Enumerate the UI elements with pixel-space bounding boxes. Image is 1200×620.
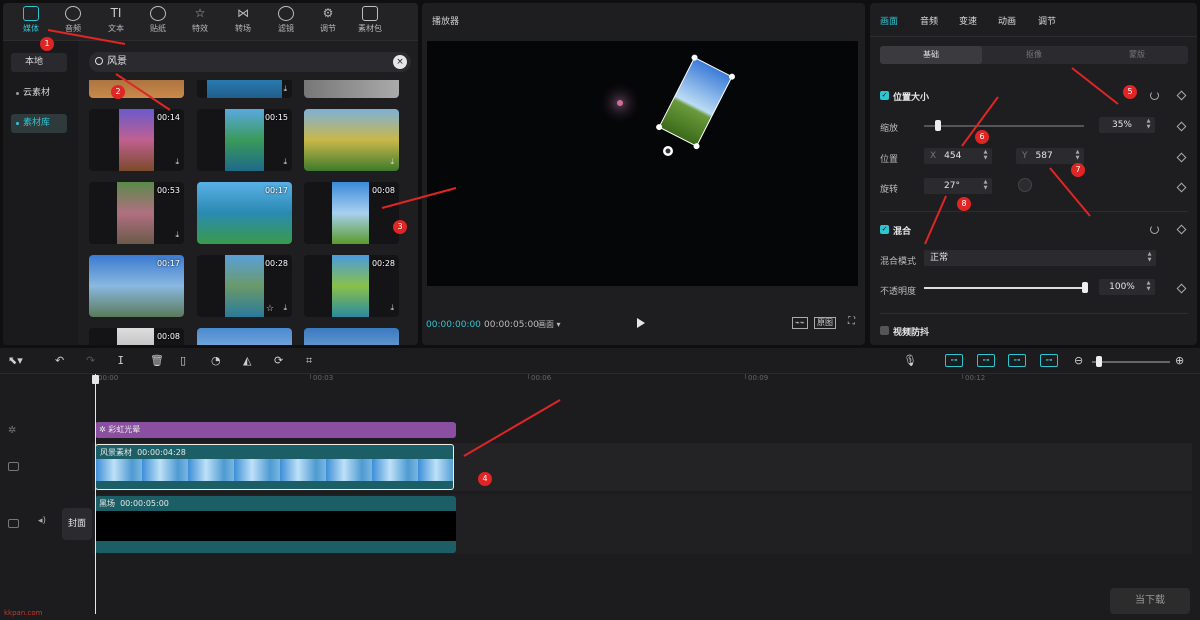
annotation-marker: 7 bbox=[1071, 163, 1085, 177]
annotation-marker: 8 bbox=[957, 197, 971, 211]
annotation-marker: 1 bbox=[40, 37, 54, 51]
annotation-arrows bbox=[47, 29, 1119, 457]
annotation-marker: 3 bbox=[393, 220, 407, 234]
annotation-marker: 4 bbox=[478, 472, 492, 486]
annotation-marker: 2 bbox=[111, 85, 125, 99]
annotation-marker: 6 bbox=[975, 130, 989, 144]
annotation-marker: 5 bbox=[1123, 85, 1137, 99]
